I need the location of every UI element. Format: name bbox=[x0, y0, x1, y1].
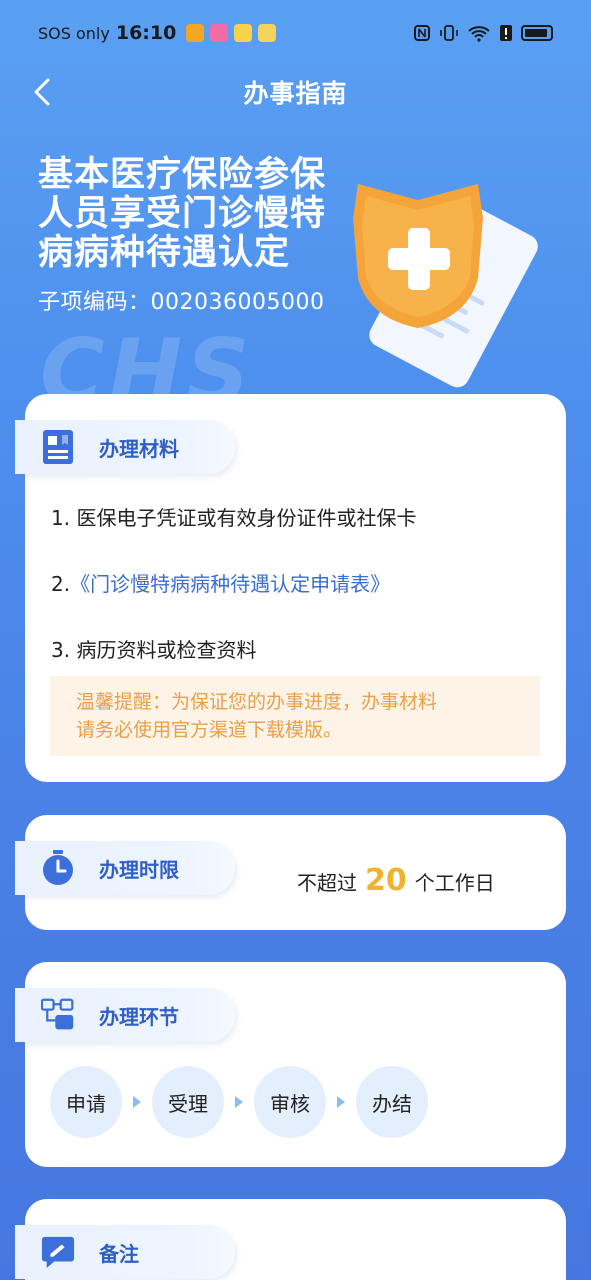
page-title: 办事指南 bbox=[243, 79, 348, 108]
time-days: 20 bbox=[365, 863, 407, 898]
alert-icon bbox=[500, 25, 512, 41]
reminder-tip: 温馨提醒：为保证您的办事进度，办事材料 请务必使用官方渠道下载模版。 bbox=[50, 676, 540, 756]
material-item: 1. 医保电子凭证或有效身份证件或社保卡 bbox=[51, 506, 417, 530]
stopwatch-icon bbox=[41, 850, 75, 885]
vibrate-icon bbox=[440, 25, 458, 41]
material-item: 2.《门诊慢特病病种待遇认定申请表》 bbox=[51, 568, 390, 597]
nfc-icon bbox=[414, 25, 430, 41]
shield-document-illustration bbox=[353, 184, 538, 388]
item-code-label: 子项编码： bbox=[38, 290, 151, 315]
video-app-icon bbox=[210, 24, 229, 42]
process-section-header: 办理环节 bbox=[15, 988, 235, 1042]
game-app-icon bbox=[234, 24, 253, 42]
status-bar: SOS only 16:10 bbox=[0, 0, 591, 66]
section-label: 备注 bbox=[99, 1241, 139, 1266]
battery-icon bbox=[521, 25, 553, 41]
processing-time: 不超过 20 个工作日 bbox=[297, 863, 495, 898]
video-app-icon bbox=[186, 24, 205, 42]
process-steps: 申请 受理 审核 办结 bbox=[50, 1066, 428, 1138]
document-icon bbox=[41, 430, 75, 464]
step-review: 审核 bbox=[254, 1066, 326, 1138]
item-code: 子项编码：002036005000 bbox=[38, 284, 324, 316]
process-card: 办理环节 申请 受理 审核 办结 bbox=[15, 962, 566, 1167]
arrow-right-icon bbox=[326, 1095, 356, 1109]
service-title-line: 病病种待遇认定 bbox=[38, 233, 291, 273]
material-item-number: 2. bbox=[51, 572, 71, 596]
reminder-line: 温馨提醒：为保证您的办事进度，办事材料 bbox=[76, 691, 438, 713]
remarks-section-header: 备注 bbox=[15, 1225, 235, 1279]
section-label: 办理环节 bbox=[99, 1004, 179, 1029]
application-form-link[interactable]: 《门诊慢特病病种待遇认定申请表》 bbox=[70, 572, 390, 596]
time-limit-card: 办理时限 不超过 20 个工作日 bbox=[15, 815, 566, 930]
arrow-right-icon bbox=[122, 1095, 152, 1109]
step-accept: 受理 bbox=[152, 1066, 224, 1138]
material-item: 3. 病历资料或检查资料 bbox=[51, 638, 257, 662]
clock: 16:10 bbox=[115, 22, 177, 44]
wifi-icon bbox=[468, 26, 490, 42]
time-limit-section-header: 办理时限 bbox=[15, 841, 235, 895]
carrier-text: SOS only bbox=[38, 23, 110, 43]
time-prefix: 不超过 bbox=[297, 871, 357, 895]
remarks-card: 备注 bbox=[15, 1199, 566, 1280]
chevron-left-icon bbox=[34, 78, 50, 106]
qq-app-icon bbox=[258, 24, 277, 42]
item-code-value: 002036005000 bbox=[150, 290, 325, 315]
nav-bar: 办事指南 bbox=[0, 60, 591, 124]
service-title-line: 基本医疗保险参保 bbox=[38, 155, 327, 195]
materials-card: 办理材料 1. 医保电子凭证或有效身份证件或社保卡 2.《门诊慢特病病种待遇认定… bbox=[15, 394, 566, 782]
section-label: 办理材料 bbox=[99, 436, 179, 461]
reminder-line: 请务必使用官方渠道下载模版。 bbox=[76, 719, 343, 741]
edit-note-icon bbox=[41, 1235, 75, 1269]
materials-section-header: 办理材料 bbox=[15, 420, 235, 474]
time-suffix: 个工作日 bbox=[414, 871, 495, 895]
step-apply: 申请 bbox=[50, 1066, 122, 1138]
service-title-line: 人员享受门诊慢特 bbox=[38, 194, 327, 234]
section-label: 办理时限 bbox=[99, 857, 179, 882]
step-complete: 办结 bbox=[356, 1066, 428, 1138]
back-button[interactable] bbox=[22, 72, 62, 112]
arrow-right-icon bbox=[224, 1095, 254, 1109]
flowchart-icon bbox=[41, 998, 75, 1032]
service-title: 基本医疗保险参保 人员享受门诊慢特 病病种待遇认定 bbox=[38, 156, 358, 273]
